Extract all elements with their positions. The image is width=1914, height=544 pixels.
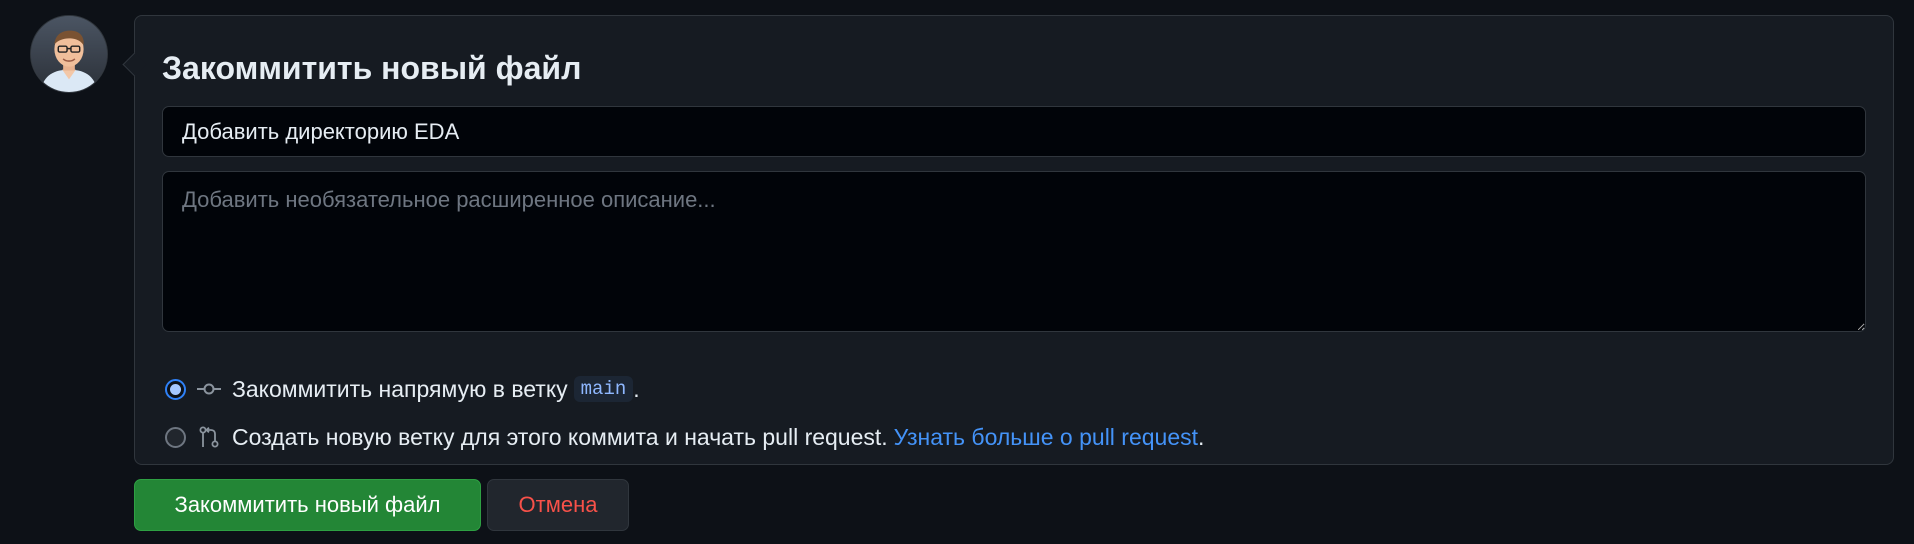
commit-new-file-button[interactable]: Закоммитить новый файл — [134, 479, 481, 531]
new-branch-radio[interactable] — [165, 426, 186, 448]
branch-name-badge: main — [573, 376, 634, 402]
avatar-portrait-icon — [31, 16, 107, 92]
git-pull-request-icon — [196, 426, 222, 448]
commit-summary-input[interactable] — [162, 106, 1866, 157]
cancel-button[interactable]: Отмена — [487, 479, 629, 531]
git-commit-icon — [196, 378, 222, 400]
pull-request-learn-more-link[interactable]: Узнать больше о pull request — [894, 424, 1198, 451]
commit-directly-option[interactable]: Закоммитить напрямую в ветку main . — [165, 373, 640, 405]
commit-form-panel: Закоммитить новый файл Закоммитить напря… — [134, 15, 1894, 465]
commit-page: Закоммитить новый файл Закоммитить напря… — [0, 0, 1914, 544]
user-avatar[interactable] — [30, 15, 108, 93]
new-branch-label: Создать новую ветку для этого коммита и … — [232, 423, 888, 450]
new-branch-suffix: . — [1198, 423, 1205, 450]
commit-directly-radio[interactable] — [165, 378, 186, 400]
new-branch-option[interactable]: Создать новую ветку для этого коммита и … — [165, 421, 1204, 453]
commit-directly-suffix: . — [633, 375, 640, 402]
commit-directly-label: Закоммитить напрямую в ветку — [232, 375, 568, 402]
commit-form-title: Закоммитить новый файл — [162, 50, 582, 86]
commit-description-textarea[interactable] — [162, 171, 1866, 332]
